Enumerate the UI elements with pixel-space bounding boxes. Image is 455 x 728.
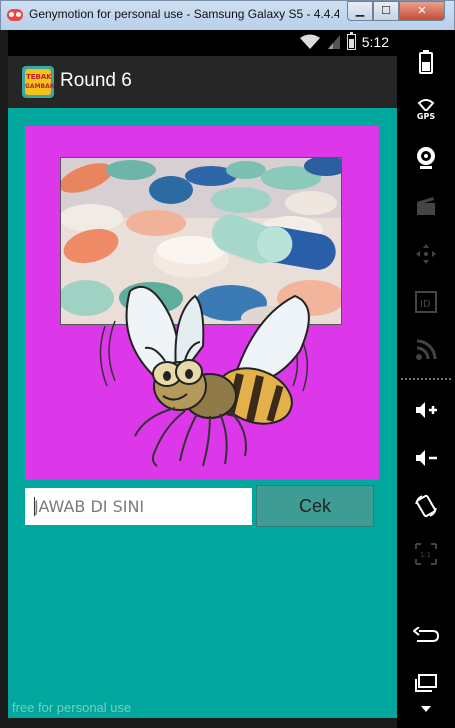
volume-down-icon[interactable] — [397, 438, 455, 478]
tebak-gambar-logo-icon — [22, 66, 54, 98]
dpad-icon[interactable] — [397, 234, 455, 274]
rotate-icon[interactable] — [397, 486, 455, 526]
watermark: free for personal use — [12, 700, 132, 715]
sidebar-separator — [401, 378, 451, 380]
signal-icon — [327, 34, 341, 50]
device-frame-bottom — [0, 718, 397, 728]
scroll-down-icon[interactable] — [421, 706, 431, 712]
clapper-icon[interactable] — [397, 186, 455, 226]
status-time: 5:12 — [361, 34, 389, 50]
window-titlebar: Genymotion for personal use - Samsung Ga… — [0, 0, 455, 30]
window-title: Genymotion for personal use - Samsung Ga… — [29, 7, 339, 21]
main-content: Cek free for personal use — [8, 108, 397, 718]
genymotion-sidebar: GPS ID 1:1 — [397, 30, 455, 728]
scale-icon[interactable]: 1:1 — [397, 534, 455, 574]
maximize-button[interactable]: ☐ — [373, 1, 399, 21]
battery-icon[interactable] — [397, 42, 455, 82]
android-statusbar: 5:12 — [8, 30, 397, 56]
gps-icon[interactable]: GPS — [397, 90, 455, 130]
page-title: Round 6 — [60, 70, 132, 91]
gps-label: GPS — [416, 112, 436, 121]
minimize-button[interactable]: ▁ — [347, 1, 373, 21]
bee-cartoon — [85, 276, 325, 476]
puzzle-panel — [25, 126, 379, 480]
check-button[interactable]: Cek — [256, 485, 374, 527]
id-label: ID — [420, 299, 431, 310]
rss-icon[interactable] — [397, 330, 455, 370]
id-icon[interactable]: ID — [397, 282, 455, 322]
recent-apps-icon[interactable] — [397, 664, 455, 704]
answer-input[interactable] — [25, 488, 252, 525]
text-caret — [34, 497, 35, 516]
camera-icon[interactable] — [397, 138, 455, 178]
battery-icon — [346, 32, 356, 50]
back-icon[interactable] — [397, 616, 455, 656]
close-button[interactable]: ✕ — [399, 1, 445, 21]
svg-text:1:1: 1:1 — [420, 551, 431, 559]
device-frame — [0, 30, 8, 728]
wifi-icon — [299, 34, 321, 50]
volume-up-icon[interactable] — [397, 390, 455, 430]
genymotion-icon — [7, 9, 23, 21]
action-bar: Round 6 — [8, 56, 397, 108]
